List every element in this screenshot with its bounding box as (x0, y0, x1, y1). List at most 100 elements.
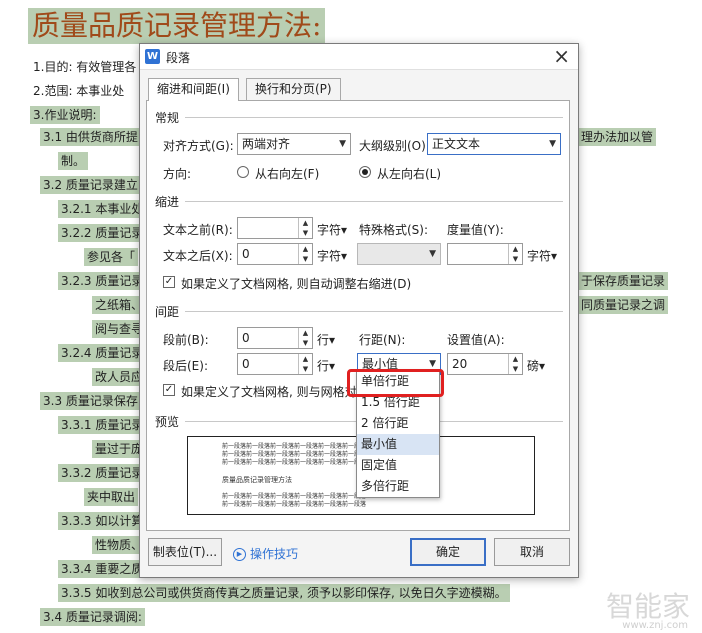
doc-fragment: 于保存质量记录 (578, 272, 669, 290)
space-after-label: 段后(E): (163, 359, 208, 373)
doc-line: 3.4 质量记录调阅: (40, 608, 145, 626)
doc-line: 参见各「 (84, 248, 139, 266)
divider (185, 117, 563, 118)
space-before-input[interactable]: 0 ▲ ▼ (237, 327, 313, 349)
doc-line: 阅与查寻 (92, 320, 147, 338)
doc-line: 1.目的: 有效管理各 (33, 60, 137, 74)
spin-down-icon[interactable]: ▼ (509, 364, 522, 374)
outline-label: 大纲级别(O): (359, 139, 430, 153)
line-spacing-option[interactable]: 固定值 (357, 455, 439, 476)
doc-line: 制。 (58, 152, 89, 170)
section-general: 常规 (155, 111, 180, 125)
space-after-unit[interactable]: 行▾ (317, 357, 335, 374)
wps-icon: W (145, 49, 160, 64)
spin-down-icon[interactable]: ▼ (509, 254, 522, 264)
chevron-down-icon: ▼ (549, 139, 556, 149)
dialog-title: 段落 (166, 51, 191, 65)
preview-filler: 前一段落前一段落前一段落前一段落前一段落前一段落 (222, 501, 367, 508)
watermark-text: 智能家 (605, 590, 690, 623)
line-spacing-option[interactable]: 多倍行距 (357, 476, 439, 497)
doc-line: 3.2.3 质量记录 (58, 272, 147, 290)
spin-up-icon[interactable]: ▲ (509, 354, 522, 364)
annotation-highlight (347, 369, 444, 397)
preview-filler: 前一段落前一段落前一段落前一段落前一段落前一段落 (222, 459, 367, 466)
tab-stops-button[interactable]: 制表位(T)... (148, 538, 222, 566)
indent-before-unit[interactable]: 字符▾ (317, 221, 347, 238)
tips-link[interactable]: ▶ 操作技巧 (233, 545, 298, 562)
section-preview: 预览 (155, 415, 180, 429)
tips-label: 操作技巧 (250, 547, 299, 561)
doc-line: 3.3.2 质量记录 (58, 464, 147, 482)
spin-up-icon[interactable]: ▲ (509, 244, 522, 254)
preview-sample: 质量品质记录管理方法 (222, 476, 292, 484)
ok-button[interactable]: 确定 (410, 538, 486, 566)
measure-unit[interactable]: 字符▾ (527, 247, 557, 264)
spin-down-icon[interactable]: ▼ (299, 338, 312, 348)
doc-line: 3.作业说明: (30, 106, 100, 124)
doc-line: 3.1 由供货商所提 (40, 128, 141, 146)
document-title: 质量品质记录管理方法: (28, 8, 326, 44)
indent-before-input[interactable]: ▲ ▼ (237, 217, 313, 239)
line-spacing-option[interactable]: 2 倍行距 (357, 413, 439, 434)
spin-up-icon[interactable]: ▲ (299, 354, 312, 364)
spin-up-icon[interactable]: ▲ (299, 244, 312, 254)
special-format-label: 特殊格式(S): (359, 223, 429, 237)
doc-line: 3.3 质量记录保存 (40, 392, 141, 410)
doc-line: 3.3.4 重要之质 (58, 560, 147, 578)
cancel-button[interactable]: 取消 (494, 538, 570, 566)
indent-after-input[interactable]: 0 ▲ ▼ (237, 243, 313, 265)
divider (185, 201, 563, 202)
spin-down-icon[interactable]: ▼ (299, 254, 312, 264)
set-value-input[interactable]: 20 ▲ ▼ (447, 353, 523, 375)
space-before-unit[interactable]: 行▾ (317, 331, 335, 348)
doc-fragment: 理办法加以管 (578, 128, 657, 146)
outline-select[interactable]: 正文文本 ▼ (427, 133, 561, 155)
doc-line: 3.3.5 如收到总公司或供货商传真之质量记录, 须予以影印保存, 以免日久字迹… (58, 584, 510, 602)
ltr-radio[interactable] (359, 166, 371, 178)
indent-after-unit[interactable]: 字符▾ (317, 247, 347, 264)
section-spacing: 间距 (155, 305, 180, 319)
line-spacing-option[interactable]: 最小值 (357, 434, 439, 455)
tab-indent-spacing[interactable]: 缩进和间距(I) (148, 78, 239, 101)
align-select[interactable]: 两端对齐 ▼ (237, 133, 351, 155)
doc-line: 3.2.4 质量记录 (58, 344, 147, 362)
set-value-label: 设置值(A): (447, 333, 505, 347)
spin-up-icon[interactable]: ▲ (299, 218, 312, 228)
measure-input[interactable]: ▲ ▼ (447, 243, 523, 265)
auto-indent-checkbox[interactable]: ✓ (163, 276, 175, 288)
set-value-value: 20 (452, 357, 468, 371)
indent-before-label: 文本之前(R): (163, 223, 233, 237)
special-format-select[interactable]: ▼ (357, 243, 441, 265)
spin-down-icon[interactable]: ▼ (299, 228, 312, 238)
space-after-input[interactable]: 0 ▲ ▼ (237, 353, 313, 375)
doc-line: 改人员应 (92, 368, 147, 386)
rtl-radio[interactable] (237, 166, 249, 178)
doc-line: 3.2 质量记录建立 (40, 176, 141, 194)
chevron-down-icon: ▼ (339, 139, 346, 149)
snap-grid-checkbox[interactable]: ✓ (163, 384, 175, 396)
play-icon: ▶ (233, 548, 246, 561)
indent-after-value: 0 (242, 247, 250, 261)
ltr-label: 从左向右(L) (377, 167, 442, 181)
doc-line: 夹中取出 (84, 488, 139, 506)
space-before-label: 段前(B): (163, 333, 209, 347)
dialog-titlebar: W 段落 × (140, 44, 578, 70)
section-indent: 缩进 (155, 195, 180, 209)
auto-indent-label: 如果定义了文档网格, 则自动调整右缩进(D) (181, 277, 412, 291)
close-icon[interactable]: × (553, 45, 570, 67)
doc-line: 量过于庞 (92, 440, 147, 458)
space-before-value: 0 (242, 331, 250, 345)
spin-down-icon[interactable]: ▼ (299, 364, 312, 374)
set-value-unit[interactable]: 磅▾ (527, 357, 545, 374)
space-after-value: 0 (242, 357, 250, 371)
snap-grid-label: 如果定义了文档网格, 则与网格对齐 (181, 385, 369, 399)
tab-line-page-break[interactable]: 换行和分页(P) (246, 78, 341, 100)
doc-line: 之纸箱、 (92, 296, 147, 314)
divider (185, 311, 563, 312)
rtl-label: 从右向左(F) (255, 167, 320, 181)
spin-up-icon[interactable]: ▲ (299, 328, 312, 338)
line-spacing-label: 行距(N): (359, 333, 406, 347)
align-value: 两端对齐 (242, 137, 291, 151)
doc-line: 3.3.3 如以计算 (58, 512, 147, 530)
indent-after-label: 文本之后(X): (163, 249, 233, 263)
